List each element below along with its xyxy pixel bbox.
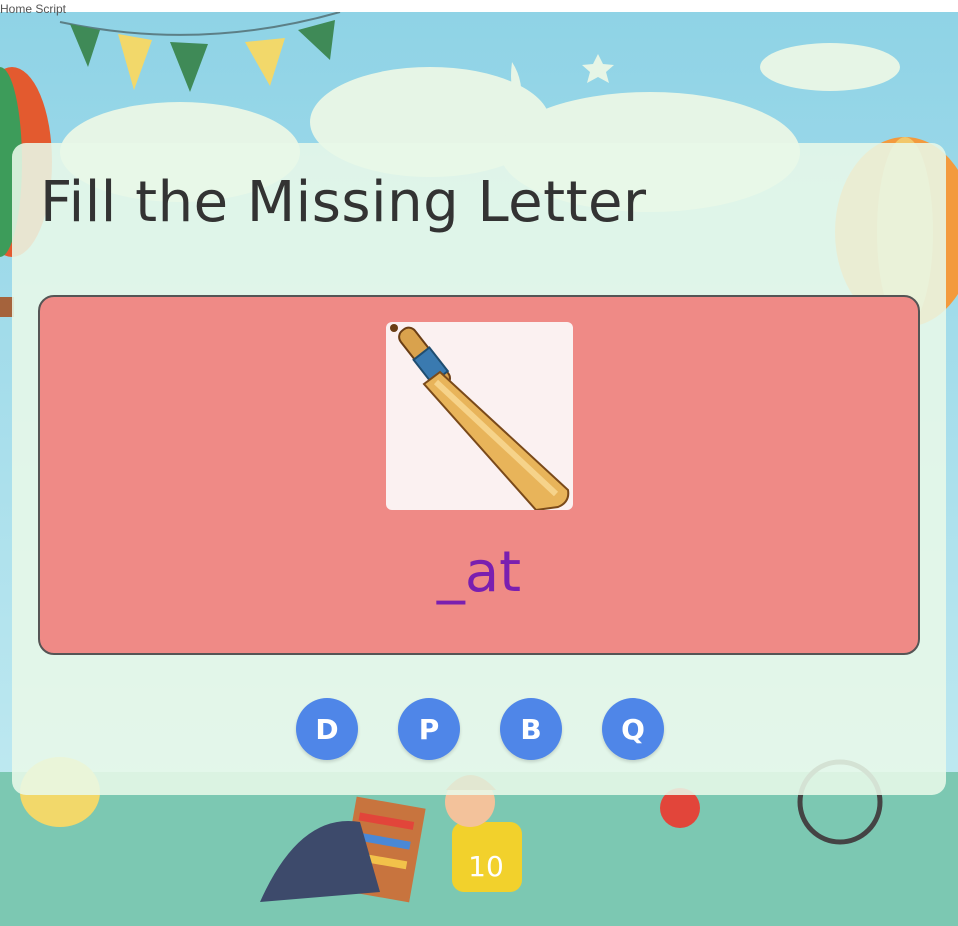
option-p-button[interactable]: P xyxy=(398,698,460,760)
option-d-button[interactable]: D xyxy=(296,698,358,760)
option-q-button[interactable]: Q xyxy=(602,698,664,760)
word-rest: at xyxy=(464,540,522,605)
answer-options: D P B Q xyxy=(296,698,664,760)
cricket-bat-icon xyxy=(390,324,570,512)
option-b-button[interactable]: B xyxy=(500,698,562,760)
picture-frame xyxy=(386,322,573,512)
word-blank: _ xyxy=(436,540,465,605)
header-label: Home Script xyxy=(0,2,67,16)
svg-text:10: 10 xyxy=(468,850,504,883)
missing-letter-word: _at xyxy=(0,540,958,605)
page-title: Fill the Missing Letter xyxy=(40,170,647,235)
